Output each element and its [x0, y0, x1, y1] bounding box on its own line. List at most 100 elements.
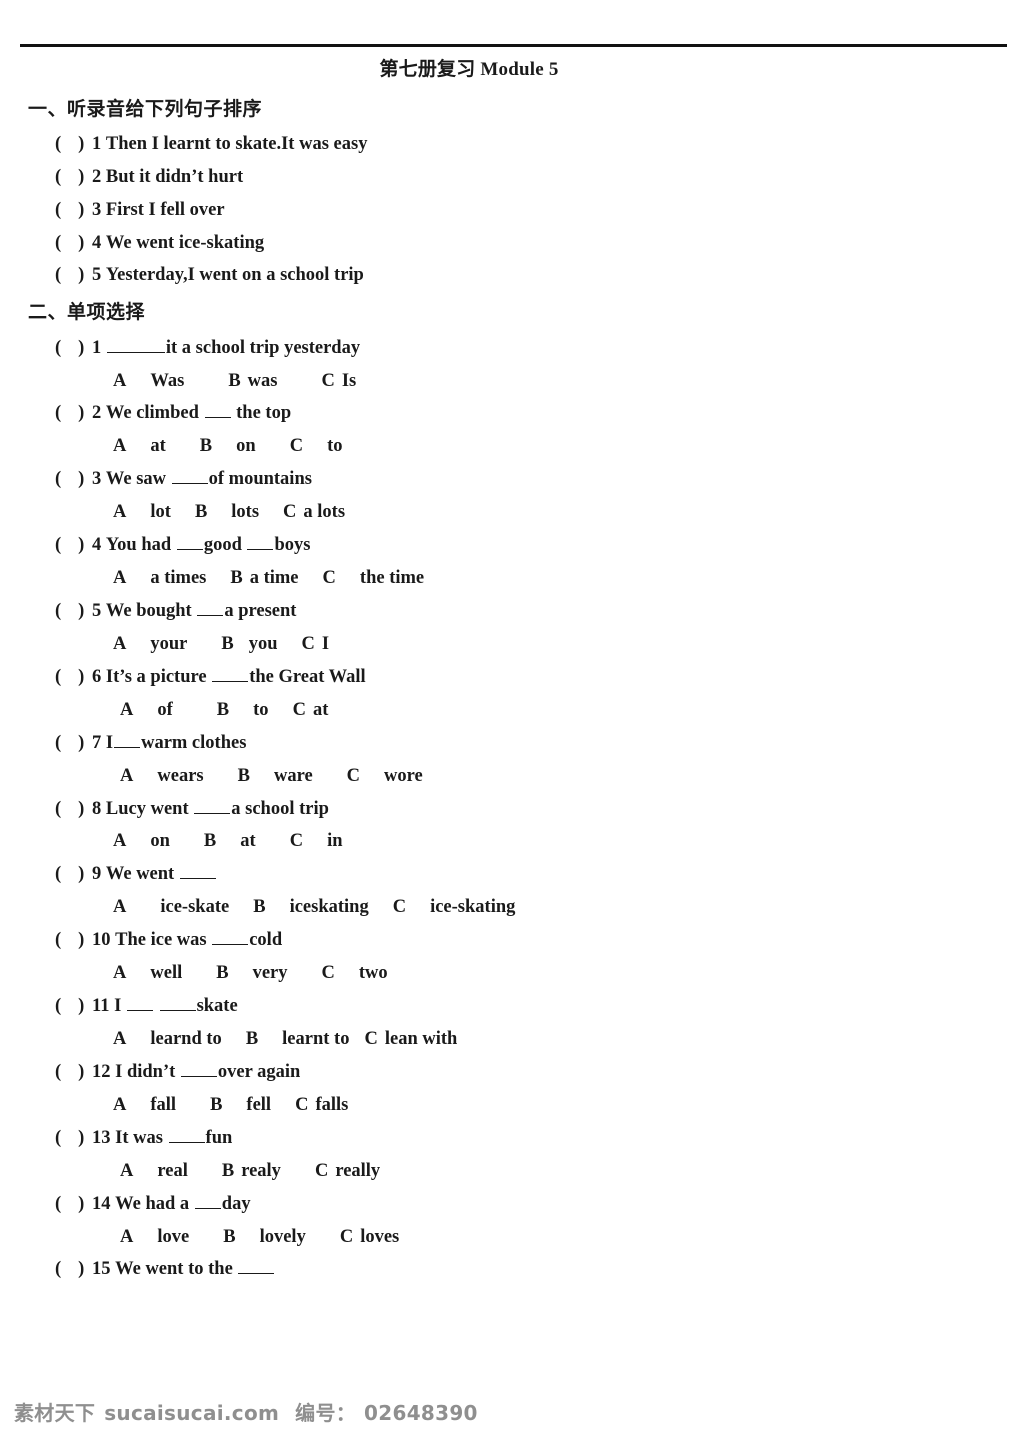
answer-bracket-1[interactable]: (): [55, 128, 89, 161]
option-letter[interactable]: C: [322, 957, 335, 990]
option-value[interactable]: at: [150, 430, 165, 463]
answer-bracket-mc-13[interactable]: (): [55, 1122, 89, 1155]
option-value[interactable]: love: [157, 1221, 189, 1254]
answer-bracket-mc-7[interactable]: (): [55, 727, 89, 760]
option-value[interactable]: in: [327, 825, 342, 858]
option-value[interactable]: ice-skate: [160, 891, 229, 924]
option-value[interactable]: a time: [250, 562, 299, 595]
option-letter[interactable]: C: [295, 1089, 308, 1122]
option-letter[interactable]: B: [223, 1221, 235, 1254]
option-letter[interactable]: C: [321, 365, 334, 398]
answer-bracket-mc-1[interactable]: (): [55, 332, 89, 365]
option-value[interactable]: loves: [360, 1221, 399, 1254]
option-letter[interactable]: A: [113, 496, 126, 529]
answer-bracket-3[interactable]: (): [55, 194, 89, 227]
option-value[interactable]: lot: [150, 496, 171, 529]
option-letter[interactable]: B: [230, 562, 242, 595]
answer-bracket-2[interactable]: (): [55, 161, 89, 194]
option-letter[interactable]: C: [302, 628, 315, 661]
option-value[interactable]: two: [359, 957, 388, 990]
answer-bracket-mc-14[interactable]: (): [55, 1188, 89, 1221]
option-letter[interactable]: A: [113, 1023, 126, 1056]
option-value[interactable]: at: [240, 825, 255, 858]
option-value[interactable]: I: [322, 628, 329, 661]
option-letter[interactable]: A: [113, 365, 126, 398]
option-letter[interactable]: A: [113, 891, 126, 924]
answer-bracket-mc-9[interactable]: (): [55, 858, 89, 891]
option-value[interactable]: wears: [157, 760, 203, 793]
answer-bracket-5[interactable]: (): [55, 259, 89, 292]
option-value[interactable]: a lots: [303, 496, 345, 529]
option-letter[interactable]: B: [221, 628, 233, 661]
option-letter[interactable]: B: [217, 694, 229, 727]
option-letter[interactable]: B: [228, 365, 240, 398]
option-value[interactable]: fall: [150, 1089, 176, 1122]
answer-bracket-4[interactable]: (): [55, 227, 89, 260]
option-letter[interactable]: A: [113, 628, 126, 661]
option-letter[interactable]: C: [290, 430, 303, 463]
answer-bracket-mc-8[interactable]: (): [55, 793, 89, 826]
option-value[interactable]: to: [327, 430, 342, 463]
option-letter[interactable]: B: [195, 496, 207, 529]
option-value[interactable]: the time: [360, 562, 424, 595]
option-letter[interactable]: A: [113, 825, 126, 858]
answer-bracket-mc-15[interactable]: (): [55, 1253, 89, 1286]
option-value[interactable]: iceskating: [290, 891, 369, 924]
option-letter[interactable]: A: [113, 430, 126, 463]
option-letter[interactable]: C: [347, 760, 360, 793]
option-letter[interactable]: B: [204, 825, 216, 858]
answer-bracket-mc-10[interactable]: (): [55, 924, 89, 957]
answer-bracket-mc-4[interactable]: (): [55, 529, 89, 562]
option-value[interactable]: falls: [315, 1089, 348, 1122]
option-letter[interactable]: A: [113, 957, 126, 990]
option-letter[interactable]: A: [120, 1155, 133, 1188]
option-value[interactable]: fell: [246, 1089, 271, 1122]
option-letter[interactable]: B: [210, 1089, 222, 1122]
option-value[interactable]: lean with: [385, 1023, 457, 1056]
option-value[interactable]: well: [150, 957, 182, 990]
option-letter[interactable]: A: [113, 1089, 126, 1122]
option-letter[interactable]: B: [200, 430, 212, 463]
option-value[interactable]: on: [236, 430, 256, 463]
option-value[interactable]: lovely: [260, 1221, 306, 1254]
option-value[interactable]: very: [253, 957, 288, 990]
option-value[interactable]: at: [313, 694, 328, 727]
option-value[interactable]: really: [335, 1155, 380, 1188]
option-letter[interactable]: C: [290, 825, 303, 858]
option-letter[interactable]: A: [113, 562, 126, 595]
answer-bracket-mc-3[interactable]: (): [55, 463, 89, 496]
option-letter[interactable]: C: [293, 694, 306, 727]
option-letter[interactable]: B: [216, 957, 228, 990]
option-value[interactable]: realy: [241, 1155, 281, 1188]
answer-bracket-mc-6[interactable]: (): [55, 661, 89, 694]
option-letter[interactable]: B: [253, 891, 265, 924]
option-value[interactable]: ice-skating: [430, 891, 515, 924]
answer-bracket-mc-11[interactable]: (): [55, 990, 89, 1023]
option-value[interactable]: you: [249, 628, 278, 661]
option-value[interactable]: on: [150, 825, 170, 858]
option-letter[interactable]: B: [246, 1023, 258, 1056]
option-letter[interactable]: C: [340, 1221, 353, 1254]
option-value[interactable]: was: [248, 365, 278, 398]
option-letter[interactable]: B: [238, 760, 250, 793]
option-value[interactable]: your: [150, 628, 187, 661]
option-value[interactable]: wore: [384, 760, 423, 793]
option-letter[interactable]: A: [120, 1221, 133, 1254]
option-value[interactable]: Was: [150, 365, 184, 398]
option-value[interactable]: of: [157, 694, 172, 727]
option-value[interactable]: learnd to: [150, 1023, 221, 1056]
option-value[interactable]: a times: [150, 562, 206, 595]
option-value[interactable]: learnt to: [282, 1023, 349, 1056]
answer-bracket-mc-2[interactable]: (): [55, 397, 89, 430]
option-value[interactable]: Is: [342, 365, 356, 398]
option-letter[interactable]: B: [222, 1155, 234, 1188]
option-letter[interactable]: C: [393, 891, 406, 924]
option-letter[interactable]: C: [323, 562, 336, 595]
answer-bracket-mc-5[interactable]: (): [55, 595, 89, 628]
option-value[interactable]: to: [253, 694, 268, 727]
option-letter[interactable]: C: [315, 1155, 328, 1188]
option-value[interactable]: ware: [274, 760, 313, 793]
option-letter[interactable]: C: [364, 1023, 377, 1056]
option-letter[interactable]: A: [120, 760, 133, 793]
option-value[interactable]: real: [157, 1155, 187, 1188]
